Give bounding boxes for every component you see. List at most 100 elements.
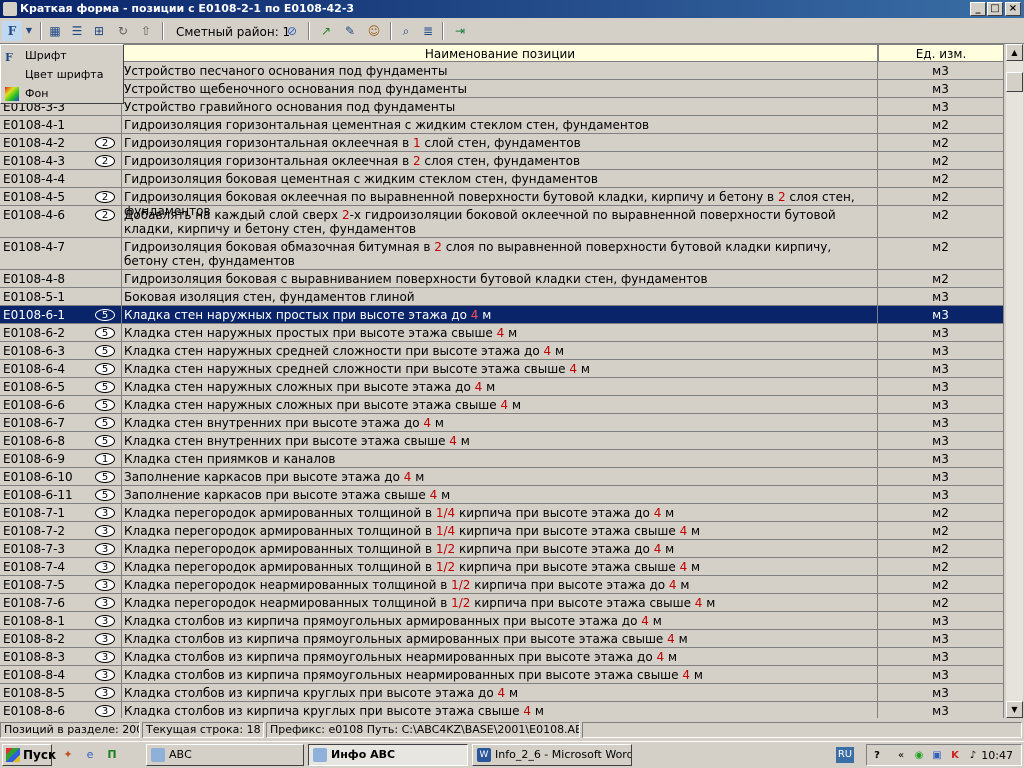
table-row[interactable]: Е0108-7-5 3 Кладка перегородок неармирован…: [0, 576, 1004, 594]
name-cell[interactable]: Кладка столбов из кирпича прямоугольных …: [122, 648, 878, 665]
code-cell[interactable]: Е0108-8-6 3: [0, 702, 122, 718]
variant-count-badge[interactable]: 3: [95, 669, 115, 681]
close-button[interactable]: ×: [1005, 2, 1021, 16]
unit-cell[interactable]: м2: [878, 504, 1004, 521]
code-cell[interactable]: Е0108-7-6 3: [0, 594, 122, 611]
variant-count-badge[interactable]: 5: [95, 489, 115, 501]
variant-count-badge[interactable]: 3: [95, 687, 115, 699]
dropdown-arrow-icon[interactable]: ▼: [23, 21, 35, 41]
unit-cell[interactable]: м3: [878, 306, 1004, 323]
unit-cell[interactable]: м3: [878, 342, 1004, 359]
code-cell[interactable]: Е0108-8-3 3: [0, 648, 122, 665]
table-row[interactable]: Е0108-8-2 3 Кладка столбов из кирпича прям…: [0, 630, 1004, 648]
code-cell[interactable]: Е0108-6-8 5: [0, 432, 122, 449]
name-cell[interactable]: Кладка стен приямков и каналов: [122, 450, 878, 467]
help-icon[interactable]: ?: [869, 748, 885, 764]
name-cell[interactable]: Кладка перегородок неармированных толщин…: [122, 576, 878, 593]
variant-count-badge[interactable]: 3: [95, 543, 115, 555]
table-row[interactable]: Е0108-8-3 3 Кладка столбов из кирпича прям…: [0, 648, 1004, 666]
variant-count-badge[interactable]: 1: [95, 453, 115, 465]
variant-count-badge[interactable]: 2: [95, 155, 115, 167]
unit-cell[interactable]: м3: [878, 432, 1004, 449]
font-format-icon[interactable]: F: [2, 21, 22, 41]
unit-cell[interactable]: м3: [878, 702, 1004, 718]
name-cell[interactable]: Кладка стен наружных простых при высоте …: [122, 324, 878, 341]
table-row[interactable]: Е0108-7-2 3 Кладка перегородок армированны…: [0, 522, 1004, 540]
unit-cell[interactable]: м2: [878, 170, 1004, 187]
table-row[interactable]: Е0108-4-3 2 Гидроизоляция горизонтальная о…: [0, 152, 1004, 170]
code-cell[interactable]: Е0108-8-2 3: [0, 630, 122, 647]
table-row[interactable]: Е0108-6-3 5 Кладка стен наружных средней с…: [0, 342, 1004, 360]
code-cell[interactable]: Е0108-4-3 2: [0, 152, 122, 169]
code-cell[interactable]: Е0108-7-2 3: [0, 522, 122, 539]
quick-launch-icon-3[interactable]: П: [104, 747, 120, 763]
table-row[interactable]: Е0108-4-1 Гидроизоляция горизонтальная це…: [0, 116, 1004, 134]
variant-count-badge[interactable]: 3: [95, 525, 115, 537]
table-row[interactable]: Е0108-2-1Устройство песчаного основания …: [0, 62, 1004, 80]
variant-count-badge[interactable]: 3: [95, 561, 115, 573]
edit-icon[interactable]: ✎: [340, 21, 360, 41]
table-row[interactable]: Е0108-6-11 5 Заполнение каркасов при высот…: [0, 486, 1004, 504]
variant-count-badge[interactable]: 3: [95, 579, 115, 591]
menu-item-font-color[interactable]: Цвет шрифта: [1, 66, 123, 84]
table-row[interactable]: Е0108-2-2Устройство щебеночного основани…: [0, 80, 1004, 98]
name-cell[interactable]: Гидроизоляция боковая с выравниванием по…: [122, 270, 878, 287]
table-row[interactable]: Е0108-6-4 5 Кладка стен наружных средней с…: [0, 360, 1004, 378]
header-name[interactable]: Наименование позиции: [122, 44, 878, 62]
unit-cell[interactable]: м2: [878, 152, 1004, 169]
unit-cell[interactable]: м2: [878, 270, 1004, 287]
scroll-up-button[interactable]: ▲: [1006, 44, 1023, 61]
variant-count-badge[interactable]: 5: [95, 417, 115, 429]
name-cell[interactable]: Кладка стен наружных средней сложности п…: [122, 342, 878, 359]
table-row[interactable]: Е0108-3-3 Устройство гравийного основания…: [0, 98, 1004, 116]
code-cell[interactable]: Е0108-8-5 3: [0, 684, 122, 701]
variant-count-badge[interactable]: 3: [95, 651, 115, 663]
name-cell[interactable]: Гидроизоляция горизонтальная оклеечная в…: [122, 152, 878, 169]
chevron-left-icon[interactable]: «: [893, 748, 909, 764]
table-row[interactable]: Е0108-8-1 3 Кладка столбов из кирпича прям…: [0, 612, 1004, 630]
code-cell[interactable]: Е0108-6-6 5: [0, 396, 122, 413]
variant-count-badge[interactable]: 3: [95, 507, 115, 519]
code-cell[interactable]: Е0108-6-5 5: [0, 378, 122, 395]
variant-count-badge[interactable]: 5: [95, 399, 115, 411]
code-cell[interactable]: Е0108-6-7 5: [0, 414, 122, 431]
unit-cell[interactable]: м3: [878, 486, 1004, 503]
table-row[interactable]: Е0108-8-6 3 Кладка столбов из кирпича круг…: [0, 702, 1004, 718]
code-cell[interactable]: Е0108-8-1 3: [0, 612, 122, 629]
variant-count-badge[interactable]: 3: [95, 705, 115, 717]
table-row[interactable]: Е0108-4-4 Гидроизоляция боковая цементная…: [0, 170, 1004, 188]
table-row[interactable]: Е0108-6-10 5 Заполнение каркасов при высот…: [0, 468, 1004, 486]
variant-count-badge[interactable]: 5: [95, 435, 115, 447]
table-row[interactable]: Е0108-6-9 1 Кладка стен приямков и каналов…: [0, 450, 1004, 468]
table-row[interactable]: Е0108-6-7 5 Кладка стен внутренних при выс…: [0, 414, 1004, 432]
name-cell[interactable]: Добавлять на каждый слой сверх 2-х гидро…: [122, 206, 878, 237]
menu-item-background[interactable]: Фон: [1, 85, 123, 103]
users-icon[interactable]: ☺: [364, 21, 384, 41]
variant-count-badge[interactable]: 3: [95, 615, 115, 627]
code-cell[interactable]: Е0108-5-1: [0, 288, 122, 305]
minimize-button[interactable]: _: [970, 2, 986, 16]
unit-cell[interactable]: м3: [878, 288, 1004, 305]
name-cell[interactable]: Кладка стен наружных простых при высоте …: [122, 306, 878, 323]
unit-cell[interactable]: м2: [878, 522, 1004, 539]
antivirus-icon[interactable]: K: [947, 748, 963, 764]
unit-cell[interactable]: м3: [878, 414, 1004, 431]
database-icon[interactable]: ≣: [418, 21, 438, 41]
code-cell[interactable]: Е0108-4-5 2: [0, 188, 122, 205]
name-cell[interactable]: Кладка перегородок армированных толщиной…: [122, 540, 878, 557]
code-cell[interactable]: Е0108-6-2 5: [0, 324, 122, 341]
code-cell[interactable]: Е0108-4-6 2: [0, 206, 122, 237]
view-table-icon[interactable]: ▦: [45, 21, 65, 41]
task-word[interactable]: W Info_2_6 - Microsoft Word: [472, 744, 632, 766]
unit-cell[interactable]: м3: [878, 324, 1004, 341]
variant-count-badge[interactable]: 5: [95, 309, 115, 321]
start-button[interactable]: Пуск: [2, 744, 56, 766]
unit-cell[interactable]: м2: [878, 134, 1004, 151]
unit-cell[interactable]: м3: [878, 378, 1004, 395]
name-cell[interactable]: Кладка стен наружных сложных при высоте …: [122, 378, 878, 395]
exit-icon[interactable]: ⇥: [450, 21, 470, 41]
name-cell[interactable]: Заполнение каркасов при высоте этажа до …: [122, 468, 878, 485]
unit-cell[interactable]: м3: [878, 98, 1004, 115]
unit-cell[interactable]: м2: [878, 576, 1004, 593]
unit-cell[interactable]: м2: [878, 238, 1004, 269]
